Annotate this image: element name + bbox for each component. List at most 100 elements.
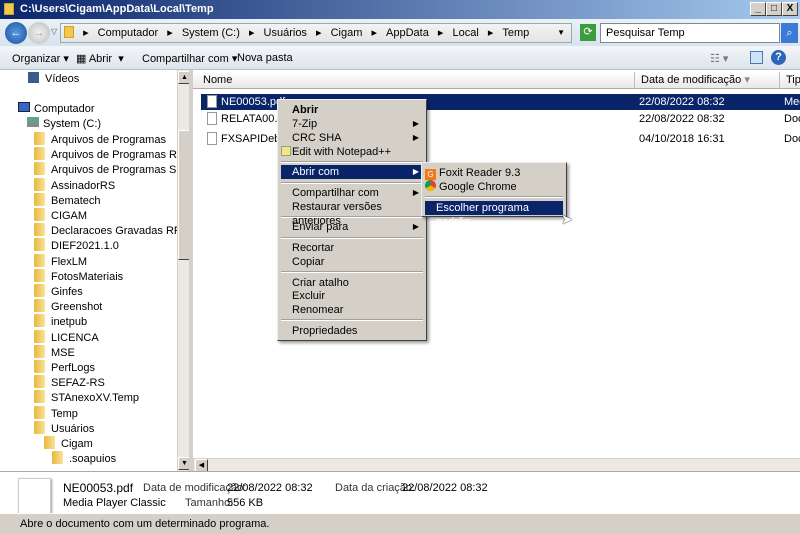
tree-item-label: FlexLM — [51, 255, 88, 268]
tree-item-folder[interactable]: AssinadorRS — [34, 177, 115, 193]
tree-item-folder[interactable]: Temp — [34, 405, 78, 421]
tree-item-folder[interactable]: STAnexoXV.Temp — [34, 390, 139, 405]
folder-icon — [34, 405, 45, 419]
tree-item-folder[interactable]: Bematech — [34, 192, 101, 208]
menu-item-open-with[interactable]: Abrir com ▶ — [281, 165, 423, 179]
tree-item-folder[interactable]: Usuários — [34, 420, 94, 436]
menu-item-share[interactable]: Compartilhar com ▶ — [281, 186, 423, 200]
folder-icon — [34, 162, 45, 176]
breadcrumb-computador[interactable]: ▸ Computador — [83, 27, 158, 39]
tree-item-folder[interactable]: CIGAM — [34, 208, 87, 223]
minimize-button[interactable]: _ — [750, 2, 766, 16]
folder-icon — [34, 375, 45, 389]
folder-icon — [34, 299, 45, 313]
history-dropdown-icon[interactable]: ▽ — [51, 27, 57, 36]
tree-item-folder[interactable]: FotosMateriais — [34, 268, 123, 284]
folder-icon — [4, 3, 14, 15]
tree-item-folder[interactable]: inetpub — [34, 314, 87, 329]
title-bar: C:\Users\Cigam\AppData\Local\Temp _ □ X — [0, 0, 800, 19]
open-button[interactable]: ▦ Abrir ▾ — [76, 52, 124, 65]
tree-item-label: CIGAM — [51, 210, 88, 222]
tree-item-label: Arquivos de Programas RFB — [51, 149, 191, 162]
breadcrumb-temp[interactable]: ▸ Temp — [488, 27, 529, 39]
menu-item-open[interactable]: Abrir — [281, 103, 423, 117]
tree-item-folder[interactable]: SEFAZ-RS — [34, 375, 105, 390]
menu-item-crc-sha[interactable]: CRC SHA ▶ — [281, 131, 423, 145]
breadcrumb-local[interactable]: ▸ Local — [438, 27, 479, 39]
folder-icon — [34, 147, 45, 161]
submenu-item-choose-default[interactable]: Escolher programa padrão... — [425, 201, 563, 228]
context-menu: Abrir 7-Zip ▶ CRC SHA ▶ Edit with Notepad+… — [277, 99, 427, 341]
close-button[interactable]: X — [782, 2, 798, 16]
address-dropdown-icon[interactable]: ▼ — [557, 24, 565, 42]
breadcrumb-usuarios[interactable]: ▸ Usuários — [249, 27, 307, 39]
status-text: Abre o documento com um determinado prog… — [20, 518, 270, 530]
maximize-button[interactable]: □ — [766, 2, 782, 16]
tree-item-label: inetpub — [51, 316, 88, 329]
folder-icon — [34, 253, 45, 267]
tree-item-folder[interactable]: Greenshot — [34, 299, 102, 314]
tree-item-folder[interactable]: Ginfes — [34, 284, 83, 299]
tree-item-soapuios[interactable]: .soapuios — [52, 451, 116, 466]
open-with-submenu: G Foxit Reader 9.3 Google Chrome Escolher… — [421, 162, 567, 228]
tree-item-label: STAnexoXV.Temp — [51, 392, 140, 405]
horizontal-scrollbar[interactable]: ◀ — [193, 458, 800, 472]
menu-separator — [281, 237, 423, 239]
menu-item-copy[interactable]: Copiar — [281, 255, 423, 269]
tree-item-folder[interactable]: PerfLogs — [34, 360, 95, 375]
created-value: 22/08/2022 08:32 — [402, 482, 488, 494]
tree-item-label: Arquivos de Programas SEF-MG — [51, 164, 189, 177]
tree-item-folder[interactable]: DIEF2021.1.0 — [34, 238, 119, 253]
breadcrumb-appdata[interactable]: ▸ AppData — [371, 27, 428, 39]
breadcrumb-cigam[interactable]: ▸ Cigam — [316, 27, 362, 39]
organize-button[interactable]: Organizar ▾ — [12, 52, 69, 65]
menu-item-send-to[interactable]: Enviar para ▶ — [281, 220, 423, 234]
tree-item-folder[interactable]: FlexLM — [34, 253, 88, 269]
breadcrumb-system[interactable]: ▸ System (C:) — [167, 27, 240, 39]
tree-item-cigam-user[interactable]: Cigam — [44, 436, 93, 451]
share-button[interactable]: Compartilhar com ▾ — [142, 52, 237, 65]
submenu-item-chrome[interactable]: Google Chrome — [425, 180, 563, 194]
tree-item-label: Arquivos de Programas — [51, 134, 166, 146]
tree-item-label: Bematech — [51, 194, 101, 207]
menu-item-rename[interactable]: Renomear — [281, 303, 423, 317]
menu-item-delete[interactable]: Excluir — [281, 289, 423, 303]
scroll-thumb[interactable] — [178, 130, 189, 260]
tree-item-folder[interactable]: Declaracoes Gravadas RFB — [34, 223, 188, 238]
drive-icon — [27, 117, 39, 127]
scroll-up-button[interactable]: ▲ — [178, 71, 189, 84]
tree-item-folder[interactable]: Arquivos de Programas SEF-MG — [34, 162, 189, 177]
menu-item-properties[interactable]: Propriedades — [281, 324, 423, 338]
tree-vertical-scrollbar[interactable]: ▲ ▼ — [177, 70, 189, 471]
menu-item-7zip[interactable]: 7-Zip ▶ — [281, 117, 423, 131]
video-icon — [28, 72, 39, 83]
column-header-date[interactable]: Data de modificação ▾ — [635, 72, 780, 89]
forward-button[interactable]: → — [28, 22, 50, 44]
tree-item-folder[interactable]: LICENCA — [34, 329, 99, 345]
preview-pane-icon[interactable] — [750, 51, 763, 64]
menu-item-create-shortcut[interactable]: Criar atalho — [281, 276, 423, 290]
notepadpp-icon — [281, 146, 291, 156]
menu-item-cut[interactable]: Recortar — [281, 241, 423, 255]
search-icon[interactable]: ⌕ — [781, 23, 798, 43]
scroll-down-button[interactable]: ▼ — [178, 457, 189, 470]
submenu-item-foxit[interactable]: G Foxit Reader 9.3 — [425, 166, 563, 180]
column-header-type[interactable]: Tipo — [780, 72, 800, 89]
tree-item-videos[interactable]: Vídeos — [28, 72, 79, 87]
folder-icon — [34, 420, 45, 434]
tree-item-system-c[interactable]: System (C:) — [27, 117, 101, 132]
search-input[interactable]: Pesquisar Temp — [600, 23, 780, 43]
tree-item-computer[interactable]: Computador — [18, 102, 95, 117]
refresh-icon[interactable]: ⟳ — [580, 24, 596, 41]
new-folder-button[interactable]: Nova pasta — [237, 52, 293, 64]
view-options-icon[interactable]: ☷ ▾ — [710, 52, 728, 65]
menu-item-restore[interactable]: Restaurar versões anteriores — [281, 200, 423, 227]
tree-item-folder[interactable]: Arquivos de Programas — [34, 132, 166, 147]
tree-item-folder[interactable]: MSE — [34, 344, 75, 360]
help-icon[interactable]: ? — [771, 50, 786, 65]
back-button[interactable]: ← — [5, 22, 27, 44]
address-input[interactable]: ▸ Computador ▸ System (C:) ▸ Usuários ▸ … — [60, 23, 572, 43]
menu-item-notepadpp[interactable]: Edit with Notepad++ — [281, 145, 423, 159]
tree-item-folder[interactable]: Arquivos de Programas RFB — [34, 147, 191, 162]
column-header-name[interactable]: Nome — [197, 72, 635, 89]
